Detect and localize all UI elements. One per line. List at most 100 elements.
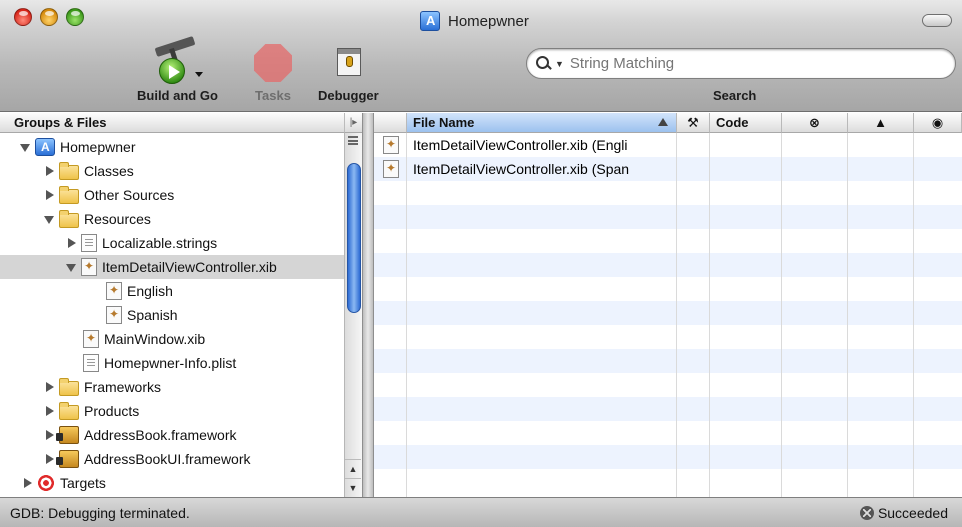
toolbar-toggle-button[interactable] [922, 14, 952, 27]
tree-item-info-plist[interactable]: Homepwner-Info.plist [0, 351, 344, 375]
tree-item-addressbookui-framework[interactable]: AddressBookUI.framework [0, 447, 344, 471]
tree-item-label: ItemDetailViewController.xib [102, 259, 277, 275]
search-label: Search [713, 88, 757, 103]
groups-files-header[interactable]: Groups & Files [0, 113, 344, 133]
scroll-up-arrow-icon[interactable]: ▲ [345, 459, 361, 477]
target-icon [37, 474, 55, 492]
column-header-icon[interactable] [374, 113, 407, 133]
tree-item-frameworks[interactable]: Frameworks [0, 375, 344, 399]
tasks-button[interactable]: Tasks [252, 42, 294, 103]
tree-item-itemdetailviewcontroller-xib[interactable]: ItemDetailViewController.xib [0, 255, 344, 279]
build-and-go-label: Build and Go [137, 88, 218, 103]
stop-icon [252, 42, 294, 84]
tree-item-english[interactable]: English [0, 279, 344, 303]
column-header-label: Code [716, 115, 749, 130]
pane-toggle-icon[interactable]: |▸ [344, 113, 362, 133]
disclosure-triangle-icon[interactable] [66, 262, 76, 272]
framework-icon [56, 450, 79, 468]
framework-icon [56, 426, 79, 444]
error-icon: ⊗ [809, 115, 820, 130]
folder-icon [59, 377, 79, 396]
file-name-cell: ItemDetailViewController.xib (Engli [413, 137, 628, 153]
file-row[interactable]: ItemDetailViewController.xib (Span [374, 157, 962, 181]
file-row[interactable]: ItemDetailViewController.xib (Engli [374, 133, 962, 157]
scroll-top-icon[interactable] [348, 136, 358, 145]
zoom-window-button[interactable] [66, 8, 84, 26]
disclosure-triangle-icon[interactable] [22, 478, 32, 488]
folder-icon [59, 161, 79, 180]
tree-item-label: MainWindow.xib [104, 331, 206, 347]
tree-item-label: Targets [60, 475, 106, 491]
tree-item-label: Products [84, 403, 140, 419]
build-result[interactable]: Succeeded [859, 505, 948, 521]
close-window-button[interactable] [14, 8, 32, 26]
minimize-window-button[interactable] [40, 8, 58, 26]
tree-item-mainwindow-xib[interactable]: MainWindow.xib [0, 327, 344, 351]
tree-item-label: Resources [84, 211, 151, 227]
tree-item-label: AddressBook.framework [84, 427, 237, 443]
tree-item-label: Classes [84, 163, 134, 179]
column-header-errors[interactable]: ⊗ [782, 113, 848, 133]
tree-item-classes[interactable]: Classes [0, 159, 344, 183]
column-header-label: File Name [413, 115, 475, 130]
plist-file-icon [83, 354, 99, 372]
disclosure-triangle-icon[interactable] [20, 142, 30, 152]
disclosure-triangle-icon[interactable] [44, 190, 54, 200]
window-title: Homepwner [420, 9, 529, 33]
folder-icon [59, 401, 79, 420]
xib-file-icon [81, 258, 97, 276]
column-header-file-name[interactable]: File Name [407, 113, 677, 133]
disclosure-triangle-icon[interactable] [44, 214, 54, 224]
tree-item-localizable-strings[interactable]: Localizable.strings [0, 231, 344, 255]
disclosure-triangle-icon[interactable] [44, 382, 54, 392]
disclosure-triangle-icon[interactable] [44, 454, 54, 464]
folder-icon [59, 185, 79, 204]
tree-item-homepwner[interactable]: Homepwner [0, 135, 344, 159]
status-bar: GDB: Debugging terminated. Succeeded [0, 497, 962, 527]
search-field[interactable]: ▼ [526, 48, 956, 79]
sidebar-scrollbar[interactable]: ▲ ▼ [344, 133, 362, 497]
tree-item-resources[interactable]: Resources [0, 207, 344, 231]
column-header-build[interactable]: ⚒ [677, 113, 710, 133]
build-and-go-icon [149, 36, 205, 84]
tree-item-label: Homepwner [60, 139, 136, 155]
scrollbar-thumb[interactable] [347, 163, 361, 313]
tree-item-label: AddressBookUI.framework [84, 451, 251, 467]
build-result-label: Succeeded [877, 505, 948, 521]
sort-ascending-icon [658, 118, 668, 126]
project-icon [420, 11, 440, 31]
hammer-icon: ⚒ [687, 115, 699, 130]
project-icon [35, 138, 55, 156]
search-input[interactable] [569, 55, 930, 72]
tree-item-other-sources[interactable]: Other Sources [0, 183, 344, 207]
build-and-go-button[interactable]: Build and Go [137, 36, 218, 103]
tree-item-targets[interactable]: Targets [0, 471, 344, 495]
xib-file-icon [383, 136, 399, 154]
xib-file-icon [383, 160, 399, 178]
disclosure-triangle-icon[interactable] [44, 430, 54, 440]
file-list-pane: File Name ⚒ Code ⊗ ▲ ◉ ItemDetailViewCon… [374, 113, 962, 497]
target-check-icon: ◉ [931, 115, 944, 130]
pane-splitter[interactable] [362, 113, 374, 497]
status-message: GDB: Debugging terminated. [10, 505, 190, 521]
disclosure-triangle-icon[interactable] [44, 406, 54, 416]
column-header-warnings[interactable]: ▲ [848, 113, 914, 133]
tree-item-products[interactable]: Products [0, 399, 344, 423]
debugger-label: Debugger [318, 88, 379, 103]
strings-file-icon [81, 234, 97, 252]
tree-item-label: Spanish [127, 307, 178, 323]
window-toolbar: Homepwner Build and Go Tasks Debugger ▼ … [0, 0, 962, 112]
debugger-icon [331, 42, 365, 84]
column-header-target[interactable]: ◉ [914, 113, 962, 133]
disclosure-triangle-icon[interactable] [44, 166, 54, 176]
scroll-down-arrow-icon[interactable]: ▼ [345, 478, 361, 496]
debugger-button[interactable]: Debugger [318, 42, 379, 103]
chevron-down-icon[interactable]: ▼ [555, 59, 564, 69]
disclosure-triangle-icon[interactable] [66, 238, 76, 248]
tree-item-label: Other Sources [84, 187, 175, 203]
column-header-code[interactable]: Code [710, 113, 782, 133]
tree-item-addressbook-framework[interactable]: AddressBook.framework [0, 423, 344, 447]
groups-and-files-pane: Groups & Files |▸ Homepwner Classes Othe… [0, 113, 362, 497]
search-icon[interactable] [535, 55, 553, 73]
tree-item-spanish[interactable]: Spanish [0, 303, 344, 327]
